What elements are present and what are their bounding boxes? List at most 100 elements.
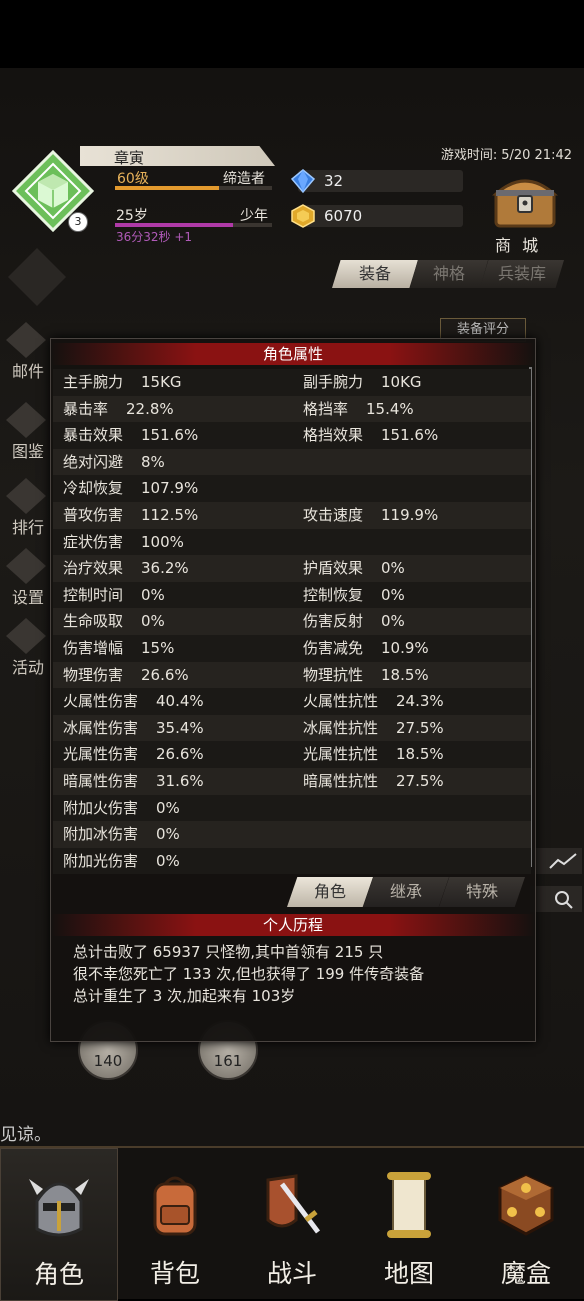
attribute-name: 治疗效果	[63, 559, 124, 578]
game-time-value: 5/20 21:42	[501, 148, 572, 163]
nav-magic-box[interactable]: 魔盒	[468, 1148, 584, 1299]
attribute-name: 暴击率	[63, 399, 109, 418]
attribute-value: 15.4%	[366, 399, 414, 418]
nav-label: 角色	[33, 1260, 84, 1289]
side-nav-rank[interactable]: 排行	[6, 478, 56, 538]
attribute-row: 火属性伤害 40.4% 火属性抗性 24.3%	[53, 688, 531, 715]
side-nav-settings[interactable]: 设置	[6, 548, 56, 608]
attribute-name: 格挡率	[303, 399, 349, 418]
attribute-value: 0%	[156, 825, 180, 844]
attributes-title: 角色属性	[51, 343, 535, 365]
attribute-value: 24.3%	[396, 692, 444, 711]
attribute-name: 格挡效果	[303, 426, 364, 445]
attribute-name: 光属性抗性	[303, 745, 379, 764]
attribute-value: 0%	[156, 851, 180, 870]
scroll-map-icon	[387, 1172, 431, 1238]
attribute-name: 伤害增幅	[63, 638, 124, 657]
side-nav-label: 活动	[12, 658, 45, 677]
gem-count: 32	[324, 172, 344, 190]
attribute-row: 物理伤害 26.6% 物理抗性 18.5%	[53, 661, 531, 689]
attribute-row: 光属性伤害 26.6% 光属性抗性 18.5%	[53, 741, 531, 768]
tab-armory[interactable]: 兵装库	[480, 260, 564, 288]
nav-map[interactable]: 地图	[351, 1148, 467, 1299]
book-icon	[6, 402, 46, 438]
attribute-row: 暗属性伤害 31.6% 暗属性抗性 27.5%	[53, 767, 531, 795]
attribute-value: 119.9%	[381, 505, 439, 524]
attribute-value: 18.5%	[381, 665, 429, 684]
tab-character[interactable]: 角色	[287, 877, 373, 907]
dial-value: 140	[93, 1052, 123, 1070]
search-button[interactable]	[530, 886, 582, 912]
attribute-tabs: 角色 继承 特殊	[287, 877, 527, 907]
attribute-value: 8%	[141, 452, 165, 471]
shield-sword-icon	[266, 1174, 320, 1234]
gold-counter: 6070	[291, 204, 463, 228]
attribute-value: 107.9%	[141, 479, 199, 498]
tab-inherit[interactable]: 继承	[363, 877, 449, 907]
attribute-row: 冰属性伤害 35.4% 冰属性抗性 27.5%	[53, 714, 531, 742]
attribute-value: 40.4%	[156, 692, 204, 711]
tab-equipment[interactable]: 装备	[332, 260, 418, 288]
exp-bar-fill	[115, 186, 219, 190]
ranking-icon	[6, 478, 46, 514]
attribute-value: 18.5%	[396, 745, 444, 764]
side-nav-events[interactable]: 活动	[6, 618, 56, 678]
magic-cube-icon	[498, 1174, 554, 1236]
nav-character[interactable]: 角色	[0, 1148, 118, 1301]
attribute-value: 0%	[156, 798, 180, 817]
attribute-name: 暴击效果	[63, 426, 124, 445]
history-title: 个人历程	[51, 914, 535, 936]
background-text: 见谅。	[0, 1125, 51, 1145]
attribute-value: 27.5%	[396, 771, 444, 790]
game-time: 游戏时间: 5/20 21:42	[437, 144, 572, 163]
history-line: 总计击败了 65937 只怪物,其中首领有 215 只	[73, 943, 384, 961]
side-nav-label: 排行	[12, 518, 45, 537]
attribute-row: 伤害增幅 15% 伤害减免 10.9%	[53, 634, 531, 662]
dial-value: 161	[213, 1052, 243, 1070]
age-bar-fill	[115, 223, 233, 227]
character-title: 缔造者	[223, 171, 265, 187]
attribute-name: 暗属性伤害	[63, 771, 139, 790]
shop-button[interactable]	[492, 170, 558, 230]
attribute-value: 10KG	[381, 373, 422, 391]
attribute-value: 26.6%	[156, 745, 204, 764]
search-icon	[555, 891, 573, 909]
stats-trend-button[interactable]	[530, 848, 582, 874]
history-line: 很不幸您死亡了 133 次,但也获得了 199 件传奇装备	[73, 965, 425, 983]
attribute-name: 暗属性抗性	[303, 771, 379, 790]
attribute-name: 控制时间	[63, 585, 124, 604]
attribute-row: 冷却恢复 107.9%	[53, 475, 531, 502]
attribute-name: 物理伤害	[63, 665, 124, 684]
nav-backpack[interactable]: 背包	[117, 1148, 233, 1299]
helmet-icon	[29, 1179, 89, 1237]
event-icon	[6, 618, 46, 654]
attribute-value: 0%	[381, 612, 405, 631]
attribute-row: 附加火伤害 0%	[53, 794, 531, 822]
nav-label: 魔盒	[500, 1259, 551, 1288]
bottom-nav: 角色 背包 战斗 地图 魔盒	[0, 1146, 584, 1301]
attribute-name: 光属性伤害	[63, 745, 139, 764]
attribute-row: 控制时间 0% 控制恢复 0%	[53, 581, 531, 609]
attribute-row: 绝对闪避 8%	[53, 448, 531, 476]
side-nav-mail[interactable]: 邮件	[6, 322, 56, 382]
tab-divinity[interactable]: 神格	[410, 260, 488, 288]
attribute-row: 治疗效果 36.2% 护盾效果 0%	[53, 555, 531, 582]
gear-icon	[6, 548, 46, 584]
nav-battle[interactable]: 战斗	[234, 1148, 350, 1299]
attribute-name: 附加光伤害	[63, 851, 139, 870]
character-name-bar: 章寅	[80, 146, 275, 166]
attribute-value: 10.9%	[381, 638, 429, 657]
side-nav-codex[interactable]: 图鉴	[6, 402, 56, 462]
attribute-name: 火属性抗性	[303, 692, 379, 711]
attribute-name: 伤害减免	[303, 638, 364, 657]
attribute-name: 生命吸取	[63, 612, 124, 631]
attribute-value: 26.6%	[141, 665, 189, 684]
attribute-value: 112.5%	[141, 505, 199, 524]
attribute-value: 15KG	[141, 373, 182, 391]
attribute-name: 绝对闪避	[63, 452, 124, 471]
top-black-bar	[0, 0, 584, 68]
attribute-name: 症状伤害	[63, 532, 124, 551]
attribute-value: 0%	[381, 585, 405, 604]
tab-special[interactable]: 特殊	[439, 877, 525, 907]
attribute-name: 冰属性伤害	[63, 718, 139, 737]
